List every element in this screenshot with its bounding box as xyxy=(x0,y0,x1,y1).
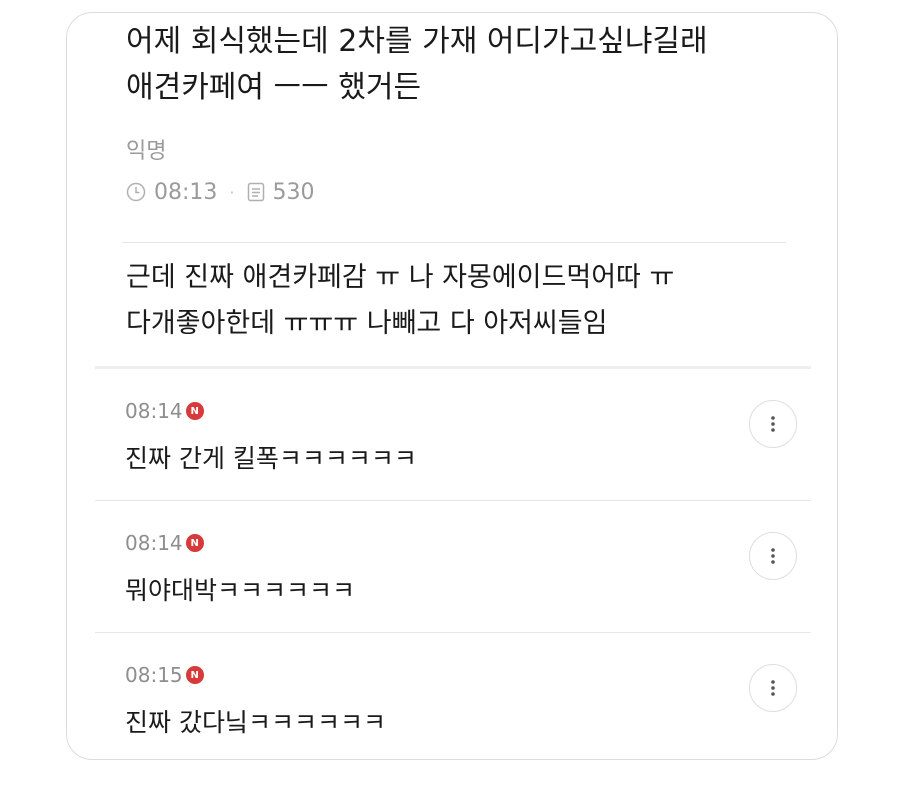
clock-icon xyxy=(126,182,146,202)
more-vertical-icon xyxy=(771,680,775,696)
more-options-button[interactable] xyxy=(749,400,797,448)
author-name: 익명 xyxy=(126,139,167,164)
post-body-line: 근데 진짜 애견카페감 ㅠ 나 자몽에이드먹어따 ㅠ xyxy=(126,262,675,293)
post-body: 근데 진짜 애견카페감 ㅠ 나 자몽에이드먹어따 ㅠ 다개좋아한데 ㅠㅠㅠ 나빼… xyxy=(126,255,786,347)
meta-separator: · xyxy=(229,182,235,202)
new-badge: N xyxy=(185,534,204,552)
view-count: 530 xyxy=(272,179,315,205)
post-meta: 08:13 · 530 xyxy=(126,177,315,207)
comment-text: 뭐야대박ㅋㅋㅋㅋㅋㅋ xyxy=(125,576,356,605)
comment-meta: 08:15 N xyxy=(125,663,204,687)
more-options-button[interactable] xyxy=(749,532,797,580)
post-body-line: 다개좋아한데 ㅠㅠㅠ 나빼고 다 아저씨들임 xyxy=(126,308,608,339)
post-title: 어제 회식했는데 2차를 가재 어디가고싶냐길래 애견카페여 ㅡㅡ 했거든 xyxy=(126,19,786,111)
document-icon xyxy=(247,182,265,202)
post-title-line: 어제 회식했는데 2차를 가재 어디가고싶냐길래 xyxy=(126,24,708,59)
comment-item: 08:14 N 뭐야대박ㅋㅋㅋㅋㅋㅋ xyxy=(95,501,811,633)
new-badge: N xyxy=(185,666,204,684)
more-vertical-icon xyxy=(771,548,775,564)
more-options-button[interactable] xyxy=(749,664,797,712)
comment-item: 08:15 N 진짜 갔다닠ㅋㅋㅋㅋㅋㅋ xyxy=(95,633,811,759)
comment-time: 08:14 xyxy=(125,531,183,555)
post-title-line: 애견카페여 ㅡㅡ 했거든 xyxy=(126,70,422,105)
comment-meta: 08:14 N xyxy=(125,531,204,555)
comment-time: 08:15 xyxy=(125,663,183,687)
comment-time: 08:14 xyxy=(125,399,183,423)
new-badge: N xyxy=(185,402,204,420)
comment-item: 08:14 N 진짜 간게 킬폭ㅋㅋㅋㅋㅋㅋ xyxy=(95,369,811,501)
post-card: 어제 회식했는데 2차를 가재 어디가고싶냐길래 애견카페여 ㅡㅡ 했거든 익명… xyxy=(66,12,838,760)
comment-text: 진짜 갔다닠ㅋㅋㅋㅋㅋㅋ xyxy=(125,708,386,737)
post-time: 08:13 xyxy=(154,179,218,205)
more-vertical-icon xyxy=(771,416,775,432)
comment-meta: 08:14 N xyxy=(125,399,204,423)
comment-text: 진짜 간게 킬폭ㅋㅋㅋㅋㅋㅋ xyxy=(125,444,417,473)
header-divider xyxy=(122,242,786,243)
